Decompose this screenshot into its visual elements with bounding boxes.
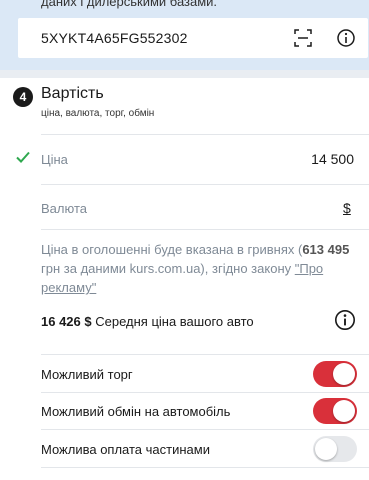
option-label-bargain: Можливий торг bbox=[41, 367, 133, 382]
note-text-before: Ціна в оголошенні буде вказана в гривнях… bbox=[41, 242, 303, 257]
average-price-label: Середня ціна вашого авто bbox=[95, 314, 254, 329]
toggle-knob bbox=[333, 400, 355, 422]
vin-card: даних і дилерськими базами. 5XYKT4A65FG5… bbox=[0, 0, 369, 70]
divider bbox=[41, 229, 369, 230]
check-icon bbox=[16, 151, 30, 163]
divider bbox=[41, 392, 369, 393]
divider bbox=[41, 184, 369, 185]
section-separator bbox=[0, 70, 369, 78]
option-label-exchange: Можливий обмін на автомобіль bbox=[41, 404, 231, 419]
vin-input-row[interactable]: 5XYKT4A65FG552302 bbox=[18, 18, 368, 58]
price-label: Ціна bbox=[41, 152, 68, 167]
average-price-row: 16 426 $ Середня ціна вашого авто bbox=[41, 314, 254, 329]
average-price-value: 16 426 $ bbox=[41, 314, 92, 329]
divider bbox=[41, 467, 369, 468]
divider bbox=[41, 429, 369, 430]
step-number-badge: 4 bbox=[13, 87, 33, 107]
info-icon[interactable] bbox=[336, 28, 356, 48]
info-icon[interactable] bbox=[334, 309, 356, 331]
price-conversion-note: Ціна в оголошенні буде вказана в гривнях… bbox=[41, 240, 356, 297]
price-input[interactable]: 14 500 bbox=[311, 151, 354, 167]
section-title: Вартість bbox=[41, 85, 104, 102]
toggle-knob bbox=[315, 438, 337, 460]
scan-icon[interactable] bbox=[293, 28, 313, 48]
section-subtitle: ціна, валюта, торг, обмін bbox=[41, 108, 155, 119]
option-label-installments: Можлива оплата частинами bbox=[41, 442, 210, 457]
vin-hint-text: даних і дилерськими базами. bbox=[41, 0, 218, 9]
note-uah-amount: 613 495 bbox=[302, 242, 350, 257]
divider bbox=[41, 134, 369, 135]
bargain-toggle[interactable] bbox=[313, 361, 357, 387]
toggle-knob bbox=[333, 363, 355, 385]
currency-label: Валюта bbox=[41, 201, 87, 216]
divider bbox=[41, 354, 369, 355]
currency-select[interactable]: $ bbox=[343, 200, 351, 216]
exchange-toggle[interactable] bbox=[313, 398, 357, 424]
vin-value[interactable]: 5XYKT4A65FG552302 bbox=[41, 30, 188, 46]
note-text-after: грн за даними kurs.com.ua), згідно закон… bbox=[41, 261, 295, 276]
installments-toggle[interactable] bbox=[313, 436, 357, 462]
